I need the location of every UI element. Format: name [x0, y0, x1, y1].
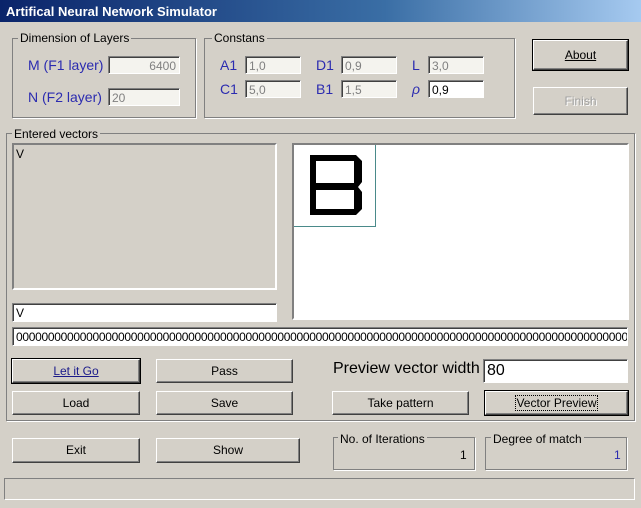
a1-field[interactable]: 1,0 — [245, 56, 301, 74]
about-label: About — [564, 48, 597, 62]
d1-field[interactable]: 0,9 — [341, 56, 397, 74]
c1-label: C1 — [220, 81, 238, 97]
show-label: Show — [212, 443, 244, 457]
let-it-go-button[interactable]: Let it Go — [11, 358, 141, 384]
iterations-label: No. of Iterations — [338, 432, 427, 446]
finish-button[interactable]: Finish — [533, 87, 628, 115]
letter-b-pattern — [310, 155, 362, 215]
b1-label: B1 — [316, 81, 334, 97]
vector-string-field[interactable]: 0000000000000000000000000000000000000000… — [12, 327, 628, 346]
about-button[interactable]: About — [532, 39, 629, 71]
match-value: 1 — [614, 448, 621, 462]
rho-label: ρ — [412, 81, 421, 97]
rho-field[interactable]: 0,9 — [428, 80, 484, 98]
constants-legend: Constans — [212, 31, 267, 45]
m-field[interactable]: 6400 — [108, 56, 180, 74]
finish-label: Finish — [564, 94, 597, 108]
l-field[interactable]: 3,0 — [428, 56, 484, 74]
let-it-go-label: Let it Go — [53, 364, 99, 378]
vectors-legend: Entered vectors — [12, 127, 101, 141]
pass-label: Pass — [211, 364, 238, 378]
c1-field[interactable]: 5,0 — [245, 80, 301, 98]
load-button[interactable]: Load — [12, 391, 140, 415]
load-label: Load — [62, 396, 90, 410]
m-label: M (F1 layer) — [28, 57, 104, 73]
preview-canvas — [292, 143, 629, 320]
d1-label: D1 — [316, 57, 334, 73]
n-label: N (F2 layer) — [28, 89, 102, 105]
match-label: Degree of match — [491, 432, 584, 446]
exit-label: Exit — [65, 443, 86, 457]
pattern-preview — [294, 145, 376, 227]
vector-preview-label: Vector Preview — [515, 395, 598, 411]
vector-preview-button[interactable]: Vector Preview — [484, 390, 629, 416]
dimension-group — [12, 38, 196, 118]
iterations-value: 1 — [460, 448, 467, 462]
a1-label: A1 — [220, 57, 238, 73]
pass-button[interactable]: Pass — [156, 359, 293, 383]
take-pattern-label: Take pattern — [367, 396, 434, 410]
show-button[interactable]: Show — [156, 438, 300, 463]
l-label: L — [412, 57, 420, 73]
preview-width-label: Preview vector width — [333, 360, 480, 377]
status-bar — [4, 478, 635, 500]
take-pattern-button[interactable]: Take pattern — [332, 391, 469, 415]
dimension-legend: Dimension of Layers — [18, 31, 132, 45]
constants-group — [204, 38, 515, 118]
save-label: Save — [210, 396, 239, 410]
save-button[interactable]: Save — [156, 391, 293, 415]
vector-list-item[interactable]: V — [16, 147, 273, 161]
b1-field[interactable]: 1,5 — [341, 80, 397, 98]
n-field[interactable]: 20 — [108, 88, 180, 106]
exit-button[interactable]: Exit — [12, 438, 140, 463]
title-bar: Artifical Neural Network Simulator — [0, 0, 641, 22]
vector-name-input[interactable]: V — [12, 303, 277, 322]
preview-width-input[interactable]: 80 — [483, 359, 628, 383]
vector-list[interactable]: V — [12, 143, 277, 290]
